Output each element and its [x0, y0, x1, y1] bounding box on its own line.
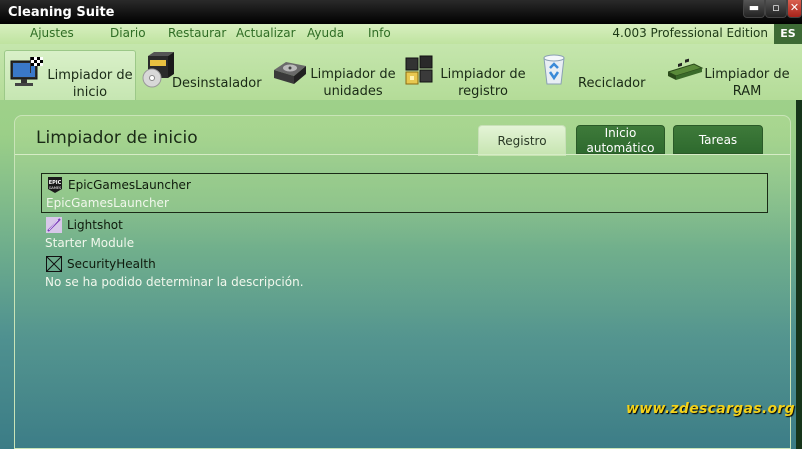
title-bar[interactable]: Cleaning Suite ▬ ▫ ✕ [0, 0, 802, 24]
startup-entry-securityhealth[interactable]: SecurityHealth No se ha podido determina… [41, 253, 768, 291]
hard-drive-icon [274, 62, 306, 84]
menu-info[interactable]: Info [368, 26, 391, 40]
startup-entry-epicgameslauncher[interactable]: EPIC GAMES EpicGamesLauncher EpicGamesLa… [41, 173, 768, 213]
menu-ajustes[interactable]: Ajustes [30, 26, 74, 40]
tool-desinstalador[interactable]: Desinstalador [140, 50, 262, 100]
right-window-edge [796, 100, 802, 449]
cleaning-suite-window: Cleaning Suite ▬ ▫ ✕ Ajustes Diario Rest… [0, 0, 802, 449]
tab-registro[interactable]: Registro [478, 125, 566, 156]
tool-label: Limpiador de RAM [704, 67, 790, 99]
tool-label: Desinstalador [172, 76, 262, 91]
maximize-icon: ▫ [772, 1, 780, 14]
entry-description: No se ha podido determinar la descripció… [45, 275, 304, 289]
edition-label: 4.003 Professional Edition [612, 26, 768, 40]
startup-cleaner-panel: Limpiador de inicio Registro Inicio auto… [14, 115, 791, 449]
tab-tareas[interactable]: Tareas [673, 125, 763, 154]
tool-reciclador[interactable]: Reciclador [536, 50, 662, 100]
tool-limpiador-de-unidades[interactable]: Limpiador de unidades [272, 50, 398, 100]
menu-bar: Ajustes Diario Restaurar Actualizar Ayud… [0, 24, 802, 44]
epic-games-icon: EPIC GAMES [48, 177, 62, 193]
window-title: Cleaning Suite [8, 5, 115, 20]
menu-actualizar[interactable]: Actualizar [236, 26, 296, 40]
software-box-cd-icon [142, 52, 174, 88]
menu-diario[interactable]: Diario [110, 26, 146, 40]
menu-ayuda[interactable]: Ayuda [307, 26, 344, 40]
minimize-icon: ▬ [748, 1, 760, 14]
tool-label: Reciclador [578, 76, 646, 91]
panel-divider [15, 154, 790, 155]
ram-module-icon [668, 58, 704, 80]
watermark-text: www.zdescargas.org [626, 401, 795, 417]
entry-description: Starter Module [45, 236, 135, 250]
registry-cubes-icon [405, 55, 433, 85]
entry-name: SecurityHealth [67, 257, 156, 271]
security-health-icon [46, 256, 62, 272]
entry-description: EpicGamesLauncher [46, 196, 169, 210]
svg-text:GAMES: GAMES [49, 186, 62, 190]
lightshot-feather-icon [46, 217, 62, 233]
tool-limpiador-de-registro[interactable]: Limpiador de registro [402, 50, 528, 100]
entry-name: Lightshot [67, 218, 123, 232]
tool-label: Limpiador de unidades [310, 67, 396, 99]
language-selector[interactable]: ES [774, 24, 802, 44]
tool-limpiador-de-ram[interactable]: Limpiador de RAM [668, 50, 792, 100]
minimize-button[interactable]: ▬ [743, 0, 765, 18]
menu-restaurar[interactable]: Restaurar [168, 26, 226, 40]
close-button[interactable]: ✕ [787, 0, 802, 18]
recycle-bin-icon [543, 54, 565, 85]
startup-entry-lightshot[interactable]: Lightshot Starter Module [41, 214, 768, 252]
close-icon: ✕ [789, 1, 800, 14]
entry-name: EpicGamesLauncher [68, 178, 191, 192]
tool-limpiador-de-inicio[interactable]: Limpiador de inicio [4, 50, 136, 100]
monitor-flag-icon [10, 57, 43, 86]
module-toolbar: Limpiador de inicio Desinstalador Limpia… [0, 44, 802, 100]
maximize-button[interactable]: ▫ [765, 0, 787, 18]
panel-title: Limpiador de inicio [36, 128, 198, 148]
tool-label: Limpiador de registro [440, 67, 526, 99]
tool-label: Limpiador de inicio [47, 68, 133, 100]
tab-inicio-automatico[interactable]: Inicio automático [576, 125, 665, 155]
